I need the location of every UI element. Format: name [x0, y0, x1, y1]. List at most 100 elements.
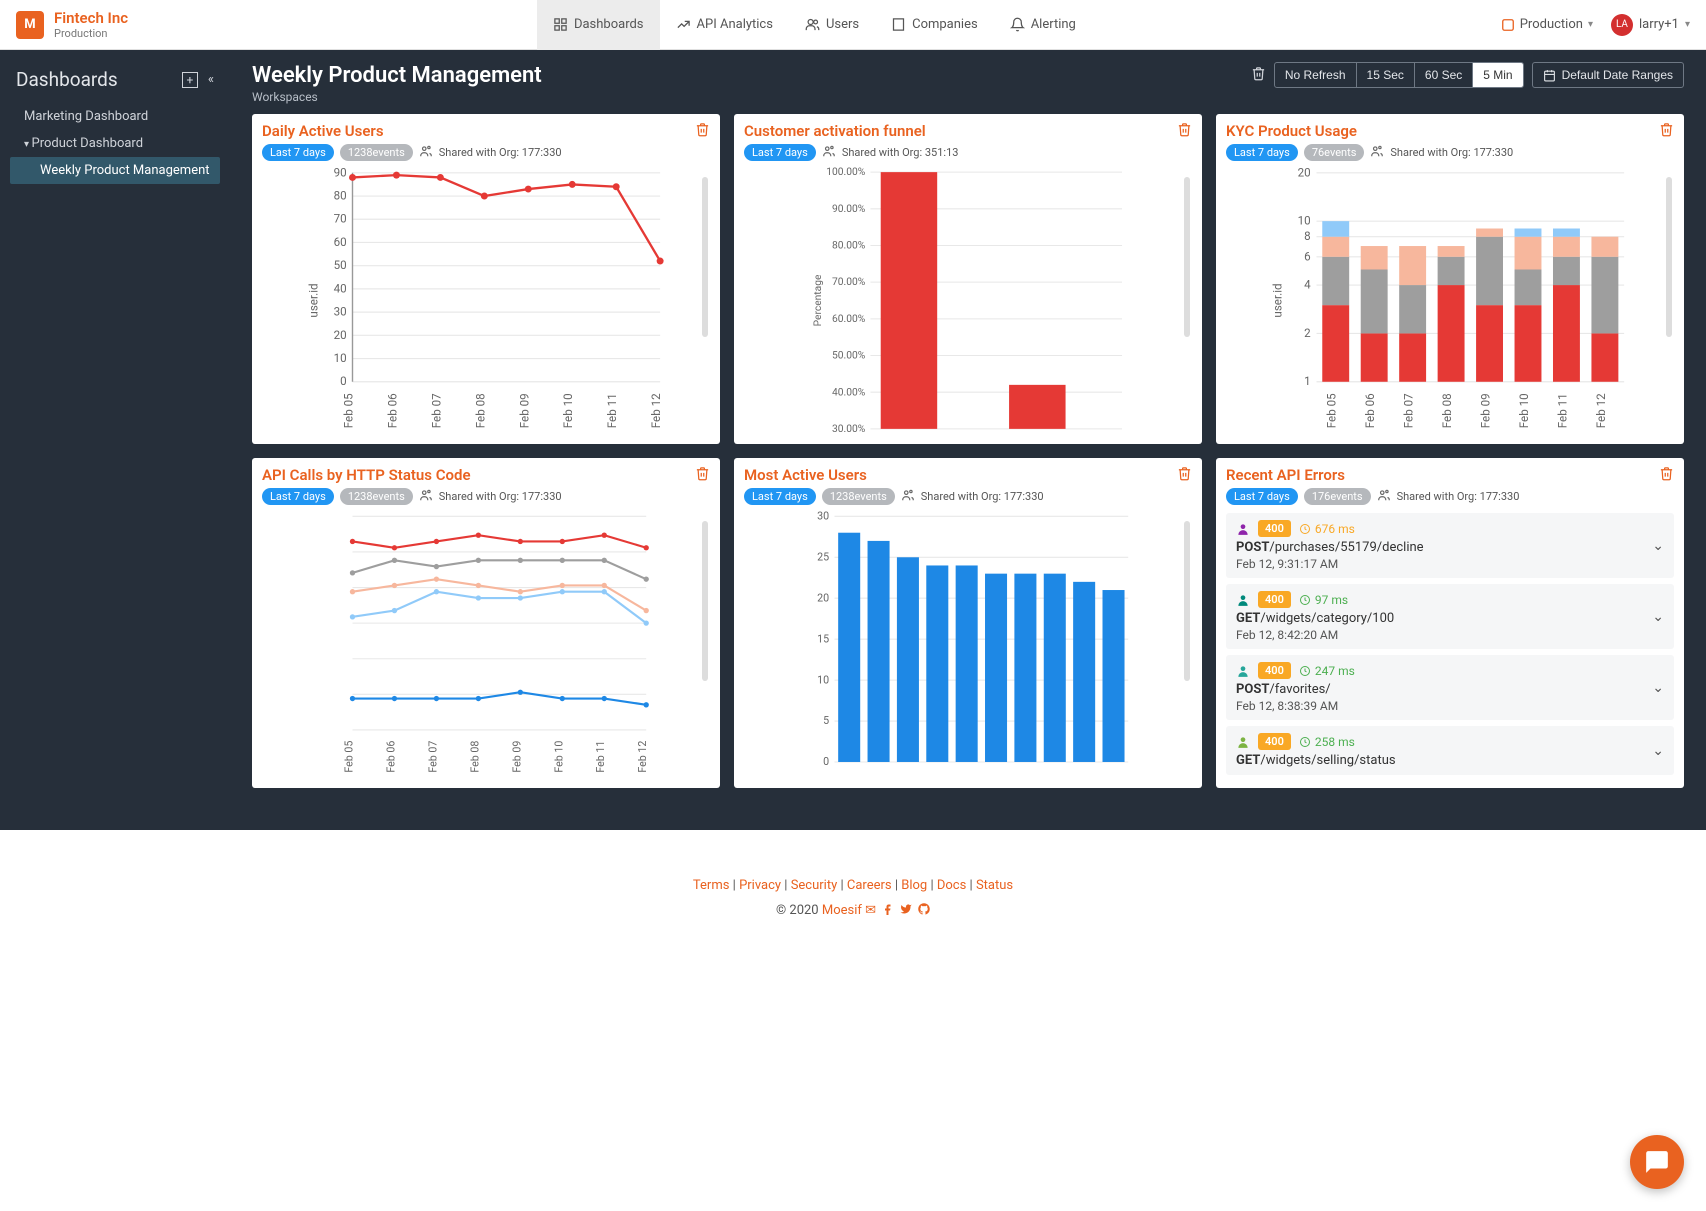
svg-text:40.00%: 40.00%	[832, 385, 866, 398]
svg-text:Feb 10: Feb 10	[1517, 393, 1531, 428]
calendar-icon	[1543, 69, 1556, 82]
expand-icon[interactable]: ⌄	[1652, 609, 1664, 625]
nav-label: Companies	[912, 17, 978, 32]
refresh-option[interactable]: 5 Min	[1473, 63, 1522, 87]
svg-text:user.id: user.id	[307, 283, 321, 317]
refresh-option[interactable]: No Refresh	[1275, 63, 1357, 87]
brand[interactable]: M Fintech Inc Production	[16, 9, 128, 40]
nav-users[interactable]: Users	[789, 0, 875, 50]
error-path: POST/purchases/55179/decline	[1236, 540, 1664, 555]
svg-text:60: 60	[334, 235, 347, 249]
refresh-option[interactable]: 15 Sec	[1357, 63, 1415, 87]
error-path: POST/favorites/	[1236, 682, 1664, 697]
collapse-sidebar-icon[interactable]: «	[208, 72, 214, 88]
sidebar-item[interactable]: Weekly Product Management	[10, 157, 220, 184]
scrollbar[interactable]	[1184, 177, 1190, 337]
delete-card-icon[interactable]	[1177, 466, 1192, 485]
chart-body: 0102030405060708090Feb 05Feb 06Feb 07Feb…	[262, 167, 710, 434]
period-chip: Last 7 days	[744, 488, 816, 505]
delete-dashboard-icon[interactable]	[1251, 66, 1266, 85]
card-title[interactable]: KYC Product Usage	[1226, 122, 1674, 140]
status-badge: 400	[1258, 520, 1291, 537]
footer-link[interactable]: Privacy	[739, 878, 781, 893]
svg-text:0: 0	[823, 755, 829, 768]
footer-link[interactable]: Blog	[901, 878, 927, 893]
footer-link[interactable]: Terms	[693, 878, 730, 893]
card-title[interactable]: Most Active Users	[744, 466, 1192, 484]
footer-brand-link[interactable]: Moesif	[822, 903, 862, 918]
delete-card-icon[interactable]	[1177, 122, 1192, 141]
chat-bubble[interactable]	[1630, 1135, 1684, 1189]
svg-text:Feb 12: Feb 12	[1594, 393, 1608, 428]
svg-text:Feb 12: Feb 12	[636, 741, 649, 773]
expand-icon[interactable]: ⌄	[1652, 680, 1664, 696]
nav-label: Users	[826, 17, 859, 32]
delete-card-icon[interactable]	[695, 466, 710, 485]
svg-text:Feb 09: Feb 09	[1479, 393, 1493, 428]
delete-card-icon[interactable]	[695, 122, 710, 141]
expand-icon[interactable]: ⌄	[1652, 743, 1664, 759]
card-meta: Last 7 days1238eventsShared with Org: 17…	[262, 488, 710, 505]
nav-api-analytics[interactable]: API Analytics	[660, 0, 789, 50]
nav-companies[interactable]: Companies	[875, 0, 994, 50]
twitter-icon[interactable]	[900, 903, 912, 915]
share-icon	[1377, 488, 1391, 505]
status-badge: 400	[1258, 662, 1291, 679]
delete-card-icon[interactable]	[1659, 122, 1674, 141]
error-item[interactable]: 400 676 ms POST/purchases/55179/decline …	[1226, 513, 1674, 578]
sidebar-item[interactable]: Product Dashboard	[10, 130, 220, 157]
footer-link[interactable]: Docs	[937, 878, 966, 893]
error-item[interactable]: 400 258 ms GET/widgets/selling/status ⌄	[1226, 726, 1674, 775]
svg-text:100.00%: 100.00%	[826, 167, 866, 178]
footer-links: Terms | Privacy | Security | Careers | B…	[0, 878, 1706, 893]
refresh-option[interactable]: 60 Sec	[1415, 63, 1473, 87]
events-chip: 76events	[1304, 144, 1365, 161]
add-dashboard-icon[interactable]: +	[182, 72, 198, 88]
svg-text:30: 30	[334, 305, 347, 319]
card-title[interactable]: Customer activation funnel	[744, 122, 1192, 140]
card-meta: Last 7 days1238eventsShared with Org: 17…	[262, 144, 710, 161]
brand-text: Fintech Inc Production	[54, 9, 128, 40]
svg-text:90.00%: 90.00%	[832, 202, 866, 215]
error-item[interactable]: 400 247 ms POST/favorites/ Feb 12, 8:38:…	[1226, 655, 1674, 720]
footer-link[interactable]: Status	[976, 878, 1013, 893]
period-chip: Last 7 days	[1226, 144, 1298, 161]
chat-icon	[1644, 1149, 1670, 1175]
footer-link[interactable]: Careers	[847, 878, 892, 893]
analytics-icon	[676, 17, 691, 32]
scrollbar[interactable]	[702, 521, 708, 681]
mail-icon[interactable]: ✉	[865, 903, 876, 918]
nav-alerting[interactable]: Alerting	[994, 0, 1092, 50]
user-menu[interactable]: LA larry+1 ▾	[1611, 14, 1690, 36]
card-title[interactable]: Recent API Errors	[1226, 466, 1674, 484]
share-icon	[822, 144, 836, 161]
dashboard-card: Customer activation funnel Last 7 daysSh…	[734, 114, 1202, 444]
svg-text:Feb 08: Feb 08	[1440, 393, 1454, 428]
delete-card-icon[interactable]	[1659, 466, 1674, 485]
scrollbar[interactable]	[702, 177, 708, 337]
error-item[interactable]: 400 97 ms GET/widgets/category/100 Feb 1…	[1226, 584, 1674, 649]
svg-text:25: 25	[817, 550, 829, 563]
sidebar-title: Dashboards	[16, 68, 118, 91]
card-title[interactable]: API Calls by HTTP Status Code	[262, 466, 710, 484]
svg-text:Feb 11: Feb 11	[1555, 393, 1569, 428]
expand-icon[interactable]: ⌄	[1652, 538, 1664, 554]
scrollbar[interactable]	[1184, 521, 1190, 681]
nav-dashboards[interactable]: Dashboards	[537, 0, 660, 50]
refresh-interval-group: No Refresh15 Sec60 Sec5 Min	[1274, 62, 1524, 88]
github-icon[interactable]	[918, 903, 930, 915]
user-icon	[1236, 593, 1250, 607]
svg-text:Percentage: Percentage	[811, 274, 824, 326]
facebook-icon[interactable]	[882, 903, 894, 915]
app-icon	[1501, 18, 1515, 32]
date-range-button[interactable]: Default Date Ranges	[1532, 62, 1684, 88]
card-title[interactable]: Daily Active Users	[262, 122, 710, 140]
sidebar-item[interactable]: Marketing Dashboard	[10, 103, 220, 130]
scrollbar[interactable]	[1666, 177, 1672, 337]
dashboard-icon	[553, 17, 568, 32]
svg-text:40: 40	[334, 281, 347, 295]
events-chip: 176events	[1304, 488, 1371, 505]
environment-selector[interactable]: Production ▾	[1501, 17, 1593, 32]
chart-body: 051015202530	[744, 511, 1192, 778]
footer-link[interactable]: Security	[791, 878, 838, 893]
